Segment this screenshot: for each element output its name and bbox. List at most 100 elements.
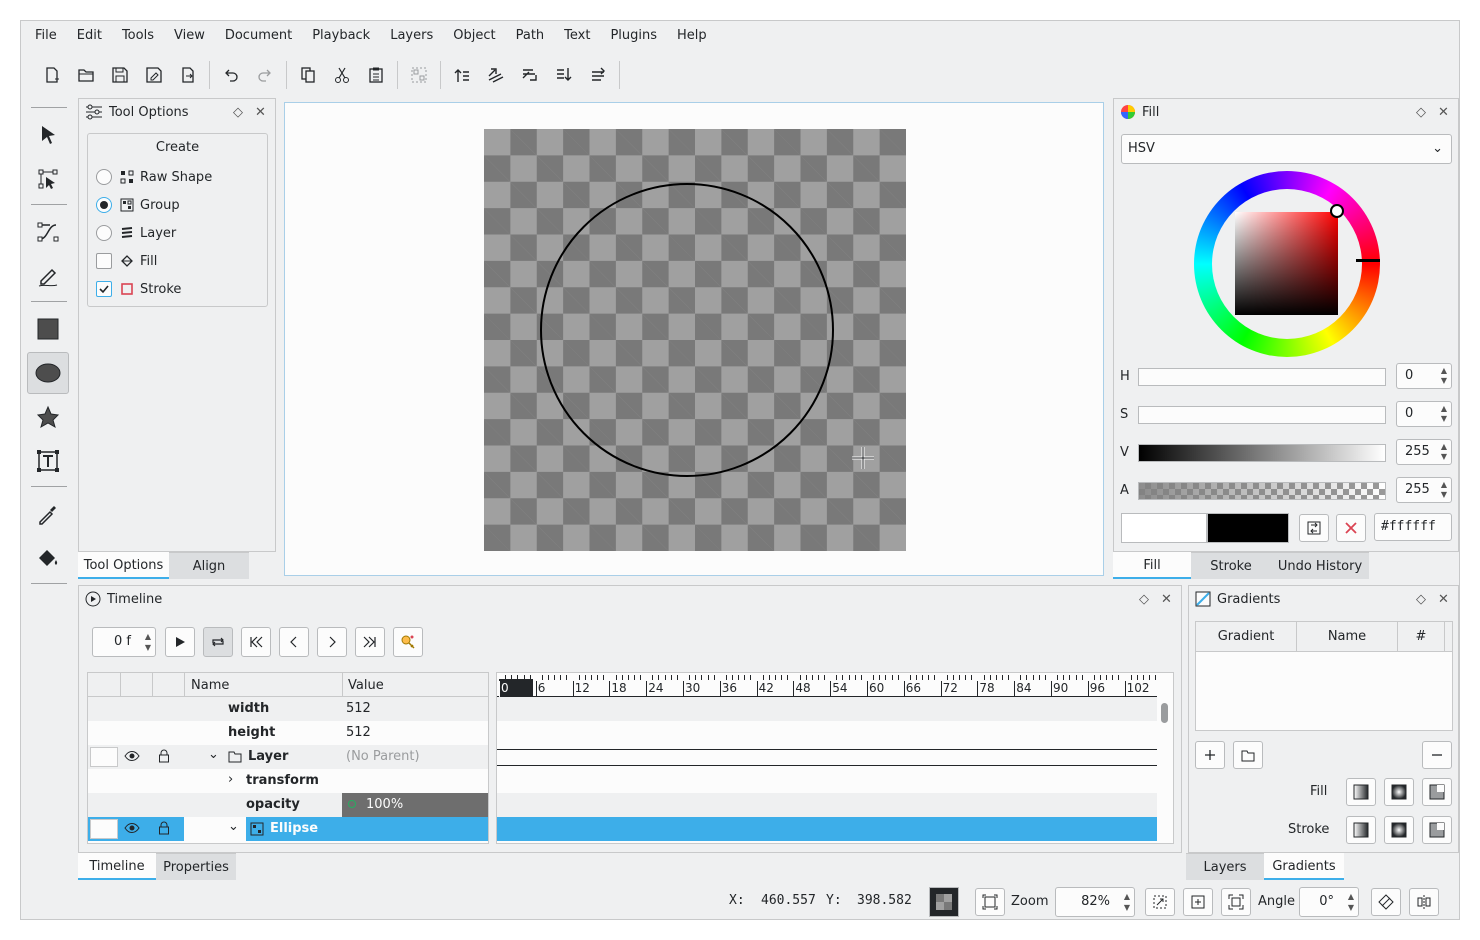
option-raw-shape[interactable]: Raw Shape bbox=[96, 166, 212, 188]
new-document-icon[interactable] bbox=[35, 59, 69, 91]
close-panel-icon[interactable]: ✕ bbox=[1438, 592, 1449, 607]
keyframe-area[interactable]: 0 6 12 18 24 30 36 42 48 54 60 66 72 78 84 90 96 102 bbox=[496, 672, 1174, 844]
layer-color-swatch[interactable] bbox=[90, 747, 118, 767]
value-spinbox[interactable]: 255 ▲ ▼ bbox=[1396, 439, 1452, 465]
zoom-fit-icon[interactable] bbox=[975, 888, 1005, 916]
float-panel-icon[interactable]: ◇ bbox=[1416, 105, 1426, 120]
freehand-pencil-icon[interactable] bbox=[27, 255, 69, 297]
saturation-slider[interactable] bbox=[1138, 406, 1386, 424]
saturation-value-square[interactable] bbox=[1235, 212, 1338, 315]
table-row[interactable]: height 512 bbox=[88, 721, 488, 745]
star-icon[interactable] bbox=[27, 396, 69, 438]
tab-timeline[interactable]: Timeline bbox=[78, 853, 156, 880]
hsv-color-wheel[interactable] bbox=[1194, 171, 1380, 357]
select-arrow-icon[interactable] bbox=[27, 114, 69, 156]
lock-icon[interactable] bbox=[158, 749, 170, 763]
record-keyframe-button[interactable] bbox=[393, 627, 423, 657]
menu-edit[interactable]: Edit bbox=[67, 21, 112, 51]
menu-object[interactable]: Object bbox=[443, 21, 505, 51]
first-frame-button[interactable] bbox=[241, 627, 271, 657]
float-panel-icon[interactable]: ◇ bbox=[1139, 592, 1149, 607]
group-radio[interactable] bbox=[96, 197, 112, 213]
color-selector-handle[interactable] bbox=[1330, 204, 1344, 218]
gradients-table[interactable]: Gradient Name # bbox=[1195, 621, 1453, 731]
menu-document[interactable]: Document bbox=[215, 21, 302, 51]
stroke-linear-gradient-button[interactable] bbox=[1346, 816, 1376, 844]
menu-playback[interactable]: Playback bbox=[302, 21, 380, 51]
save-as-icon[interactable] bbox=[137, 59, 171, 91]
menu-file[interactable]: File bbox=[25, 21, 67, 51]
layer-color-swatch[interactable] bbox=[90, 819, 118, 839]
chevron-down-icon[interactable]: ⌄ bbox=[228, 819, 239, 834]
clear-color-button[interactable] bbox=[1336, 514, 1366, 542]
color-picker-icon[interactable] bbox=[27, 493, 69, 535]
reset-rotation-icon[interactable] bbox=[1371, 888, 1401, 916]
swap-colors-button[interactable] bbox=[1299, 514, 1329, 542]
secondary-color-swatch[interactable] bbox=[1207, 513, 1289, 543]
current-color-swatch[interactable] bbox=[1121, 513, 1207, 543]
tab-align[interactable]: Align bbox=[169, 552, 249, 579]
play-button[interactable] bbox=[165, 627, 195, 657]
fill-radial-gradient-button[interactable] bbox=[1384, 778, 1414, 806]
flip-view-icon[interactable] bbox=[1409, 888, 1439, 916]
count-column-header[interactable]: # bbox=[1398, 629, 1444, 644]
menu-text[interactable]: Text bbox=[554, 21, 600, 51]
zoom-document-icon[interactable] bbox=[1183, 888, 1213, 916]
gradient-column-header[interactable]: Gradient bbox=[1196, 629, 1296, 644]
flip-icon[interactable] bbox=[581, 59, 615, 91]
lock-icon[interactable] bbox=[158, 821, 170, 835]
export-icon[interactable] bbox=[171, 59, 205, 91]
raw-shape-radio[interactable] bbox=[96, 169, 112, 185]
selected-track[interactable] bbox=[497, 817, 1157, 841]
color-mode-select[interactable]: HSV ⌄ bbox=[1121, 134, 1452, 164]
timeline-scrollbar[interactable] bbox=[1161, 703, 1168, 723]
table-row[interactable]: ⌄ Layer (No Parent) bbox=[88, 745, 488, 769]
frame-ruler[interactable]: 0 6 12 18 24 30 36 42 48 54 60 66 72 78 84 90 96 102 bbox=[497, 673, 1157, 697]
menu-help[interactable]: Help bbox=[667, 21, 717, 51]
previous-frame-button[interactable] bbox=[279, 627, 309, 657]
add-gradient-button[interactable] bbox=[1195, 741, 1225, 769]
menu-view[interactable]: View bbox=[164, 21, 215, 51]
hue-spinbox[interactable]: 0 ▲ ▼ bbox=[1396, 363, 1452, 389]
paste-icon[interactable] bbox=[359, 59, 393, 91]
loop-button[interactable] bbox=[203, 627, 233, 657]
eye-icon[interactable] bbox=[124, 821, 140, 835]
table-row-selected[interactable]: ⌄ Ellipse bbox=[88, 817, 488, 841]
option-stroke[interactable]: Stroke bbox=[96, 278, 181, 300]
close-panel-icon[interactable]: ✕ bbox=[255, 105, 266, 120]
alpha-slider[interactable] bbox=[1138, 482, 1386, 500]
group-icon[interactable] bbox=[402, 59, 436, 91]
undo-icon[interactable] bbox=[214, 59, 248, 91]
table-row[interactable]: › transform bbox=[88, 769, 488, 793]
tab-properties[interactable]: Properties bbox=[156, 853, 236, 880]
float-panel-icon[interactable]: ◇ bbox=[1416, 592, 1426, 607]
opacity-value-field[interactable]: 100% bbox=[342, 793, 488, 817]
text-icon[interactable] bbox=[27, 440, 69, 482]
zoom-selection-icon[interactable] bbox=[1145, 888, 1175, 916]
value-slider[interactable] bbox=[1138, 444, 1386, 462]
lower-to-bottom-icon[interactable] bbox=[547, 59, 581, 91]
table-row[interactable]: opacity 100% bbox=[88, 793, 488, 817]
chevron-down-icon[interactable]: ⌄ bbox=[208, 747, 219, 762]
hue-slider[interactable] bbox=[1138, 368, 1386, 386]
menu-path[interactable]: Path bbox=[506, 21, 555, 51]
draw-bezier-icon[interactable] bbox=[27, 211, 69, 253]
save-icon[interactable] bbox=[103, 59, 137, 91]
option-layer[interactable]: Layer bbox=[96, 222, 176, 244]
table-row[interactable]: width 512 bbox=[88, 697, 488, 721]
cut-icon[interactable] bbox=[325, 59, 359, 91]
fill-conical-gradient-button[interactable] bbox=[1422, 778, 1452, 806]
zoom-spinbox[interactable]: 82% ▲ ▼ bbox=[1055, 887, 1135, 917]
value-column-header[interactable]: Value bbox=[348, 678, 384, 693]
raise-to-top-icon[interactable] bbox=[445, 59, 479, 91]
option-group[interactable]: Group bbox=[96, 194, 180, 216]
tab-fill[interactable]: Fill bbox=[1113, 552, 1191, 579]
eye-icon[interactable] bbox=[124, 749, 140, 763]
tab-gradients[interactable]: Gradients bbox=[1264, 853, 1344, 880]
gradient-folder-button[interactable] bbox=[1233, 741, 1263, 769]
lower-icon[interactable] bbox=[513, 59, 547, 91]
name-column-header[interactable]: Name bbox=[191, 678, 229, 693]
close-panel-icon[interactable]: ✕ bbox=[1438, 105, 1449, 120]
hex-color-input[interactable]: #ffffff bbox=[1374, 513, 1452, 541]
menu-layers[interactable]: Layers bbox=[380, 21, 443, 51]
